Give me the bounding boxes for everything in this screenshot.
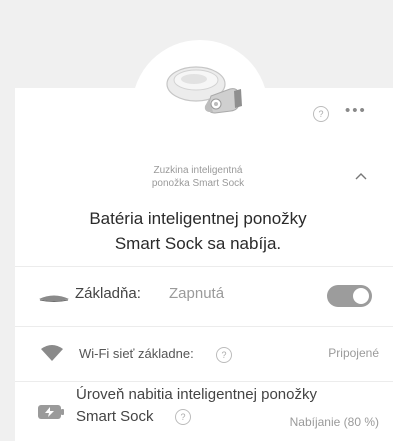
- more-options-icon[interactable]: •••: [345, 102, 367, 119]
- device-name-line2: ponožka Smart Sock: [151, 178, 245, 189]
- base-label: Základňa:: [75, 285, 141, 302]
- wifi-status: Pripojené: [328, 346, 379, 360]
- base-value: Zapnutá: [169, 285, 225, 302]
- base-station-icon: [39, 295, 69, 302]
- toggle-knob: [353, 288, 369, 304]
- wifi-icon: [41, 345, 63, 361]
- status-line1: Batéria inteligentnej ponožky: [89, 209, 307, 228]
- divider: [15, 381, 393, 382]
- smart-sock-device-icon: [166, 66, 242, 114]
- battery-help-icon[interactable]: ?: [175, 409, 191, 425]
- battery-charging-icon: [38, 405, 64, 419]
- wifi-help-icon[interactable]: ?: [216, 347, 232, 363]
- device-name: Zuzkina inteligentná ponožka Smart Sock: [120, 164, 276, 190]
- divider: [15, 326, 393, 327]
- divider: [15, 266, 393, 267]
- chevron-up-icon[interactable]: [355, 172, 367, 180]
- base-toggle[interactable]: [327, 285, 372, 307]
- wifi-label: Wi-Fi sieť základne:: [79, 346, 194, 361]
- device-name-line1: Zuzkina inteligentná: [153, 165, 243, 176]
- help-icon[interactable]: ?: [313, 106, 329, 122]
- status-line2: Smart Sock sa nabíja.: [114, 234, 282, 253]
- charging-status-text: Batéria inteligentnej ponožky Smart Sock…: [40, 206, 356, 256]
- battery-label-line1: Úroveň nabitia inteligentnej ponožky: [76, 386, 317, 403]
- battery-status: Nabíjanie (80 %): [289, 415, 379, 429]
